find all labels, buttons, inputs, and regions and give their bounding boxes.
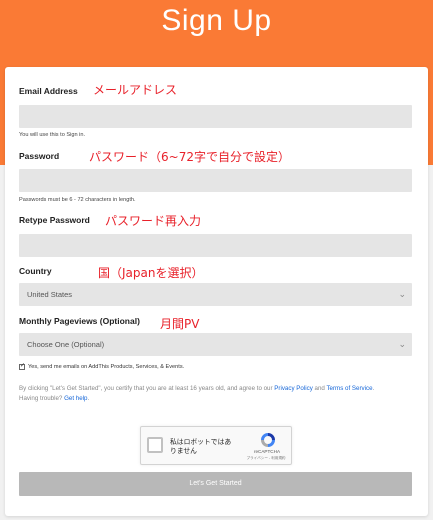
chevron-down-icon: ⌄	[398, 339, 406, 349]
password-annotation: パスワード（6~72字で自分で設定）	[89, 150, 290, 164]
email-label: Email Address	[19, 86, 78, 96]
country-label: Country	[19, 266, 52, 276]
email-help-text: You will use this to Sign in.	[19, 132, 86, 138]
email-field[interactable]	[19, 105, 412, 128]
pageviews-select[interactable]: Choose One (Optional) ⌄	[19, 333, 412, 356]
chevron-down-icon: ⌄	[398, 289, 406, 299]
country-annotation: 国（Japanを選択）	[98, 266, 204, 280]
retype-password-annotation: パスワード再入力	[105, 214, 202, 228]
password-field[interactable]	[19, 169, 412, 192]
help-suffix: .	[87, 395, 90, 402]
pageviews-selected-value: Choose One (Optional)	[27, 340, 105, 349]
recaptcha-logo-icon	[261, 433, 275, 447]
country-select[interactable]: United States ⌄	[19, 283, 412, 306]
email-annotation: メールアドレス	[93, 83, 178, 97]
legal-suffix: .	[372, 385, 375, 392]
terms-of-service-link[interactable]: Terms of Service	[326, 385, 372, 392]
recaptcha-widget: 私はロボットではありません reCAPTCHA プライバシー - 利用規約	[140, 426, 292, 465]
legal-and: and	[312, 385, 327, 392]
checkmark-icon: ✓	[20, 363, 26, 369]
retype-password-label: Retype Password	[19, 215, 90, 225]
pageviews-annotation: 月間PV	[160, 317, 200, 331]
recaptcha-label: 私はロボットではありません	[170, 439, 232, 455]
email-consent-label: Yes, send me emails on AddThis Products,…	[28, 364, 185, 370]
recaptcha-privacy-terms: プライバシー - 利用規約	[246, 456, 286, 460]
recaptcha-checkbox[interactable]	[147, 437, 163, 453]
pageviews-label: Monthly Pageviews (Optional)	[19, 316, 140, 326]
legal-text: By clicking "Let's Get Started", you cer…	[19, 384, 419, 404]
recaptcha-brand: reCAPTCHA	[253, 449, 281, 454]
get-help-link[interactable]: Get help	[64, 395, 87, 402]
signup-form: Email Address メールアドレス You will use this …	[5, 67, 428, 516]
lets-get-started-button[interactable]: Let's Get Started	[19, 472, 412, 496]
legal-prefix: By clicking "Let's Get Started", you cer…	[19, 385, 275, 392]
page-title: Sign Up	[161, 4, 272, 37]
having-trouble-text: Having trouble?	[19, 395, 65, 402]
password-help-text: Passwords must be 6 - 72 characters in l…	[19, 197, 136, 203]
email-consent-checkbox[interactable]: ✓	[19, 363, 26, 370]
retype-password-field[interactable]	[19, 234, 412, 257]
country-selected-value: United States	[27, 290, 73, 299]
privacy-policy-link[interactable]: Privacy Policy	[274, 385, 313, 392]
password-label: Password	[19, 151, 60, 161]
